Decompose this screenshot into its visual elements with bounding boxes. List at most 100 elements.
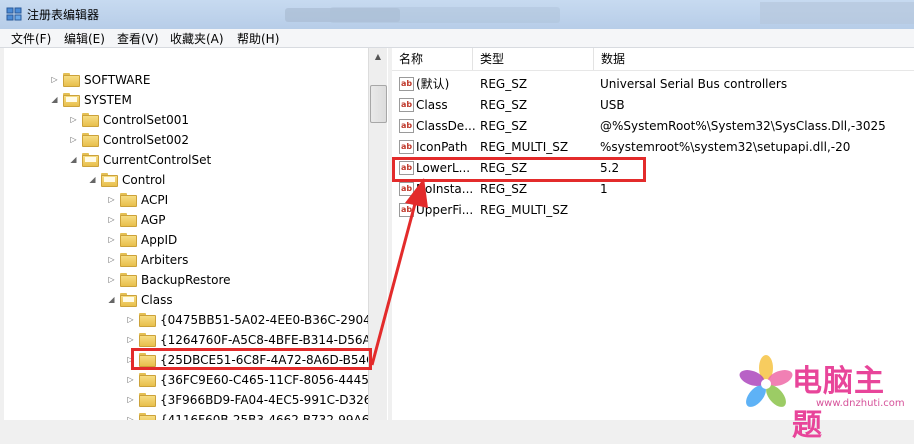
value-name: IconPath (416, 140, 468, 154)
tree-item[interactable]: ▷ {3F966BD9-FA04-4EC5-991C-D32696 (4, 390, 387, 410)
highlight-box-selected-key (131, 348, 372, 370)
menu-favorites[interactable]: 收藏夹(A) (170, 30, 224, 47)
collapse-arrow-icon[interactable]: ◢ (50, 90, 59, 110)
collapse-arrow-icon[interactable]: ◢ (69, 150, 78, 170)
tree-item-label: AppID (141, 233, 178, 247)
expand-arrow-icon[interactable]: ▷ (107, 250, 116, 270)
tree-item[interactable]: ◢ Control (4, 170, 368, 190)
tree-item-label: Arbiters (141, 253, 189, 267)
menu-edit[interactable]: 编辑(E) (64, 30, 105, 47)
folder-open-icon (82, 153, 99, 167)
expand-arrow-icon[interactable]: ▷ (107, 230, 116, 250)
window-controls-blurred (760, 2, 914, 24)
column-type[interactable]: 类型 (473, 48, 594, 70)
value-row[interactable]: ab NoInsta... REG_SZ 1 (392, 179, 914, 200)
tree-item-label: Control (122, 173, 166, 187)
value-data: 1 (600, 182, 608, 196)
tree-item[interactable]: ▷ AppID (4, 230, 368, 250)
expand-arrow-icon[interactable]: ▷ (126, 330, 135, 350)
folder-icon (139, 373, 156, 387)
folder-icon (139, 333, 156, 347)
folder-icon (120, 193, 137, 207)
menu-file[interactable]: 文件(F) (11, 30, 51, 47)
folder-open-icon (120, 293, 137, 307)
column-name[interactable]: 名称 (392, 48, 473, 70)
expand-arrow-icon[interactable]: ▷ (126, 310, 135, 330)
tree-item[interactable]: ◢ Class (4, 290, 368, 310)
menu-view[interactable]: 查看(V) (117, 30, 159, 47)
value-row[interactable]: ab ClassDe... REG_SZ @%SystemRoot%\System32… (392, 116, 914, 137)
tree-item-label: {36FC9E60-C465-11CF-8056-444553 (160, 373, 385, 387)
value-row[interactable]: ab IconPath REG_MULTI_SZ %systemroot%\syste… (392, 137, 914, 158)
column-data[interactable]: 数据 (594, 48, 914, 70)
menu-bar: 文件(F) 编辑(E) 查看(V) 收藏夹(A) 帮助(H) (0, 29, 914, 48)
tree-item[interactable]: ▷ ACPI (4, 190, 368, 210)
string-value-icon: ab (399, 98, 414, 112)
value-type: REG_MULTI_SZ (480, 203, 569, 217)
expand-arrow-icon[interactable]: ▷ (50, 70, 59, 90)
value-type: REG_SZ (480, 98, 528, 112)
value-type: REG_SZ (480, 77, 528, 91)
value-row[interactable]: ab UpperFi... REG_MULTI_SZ (392, 200, 914, 221)
tree-item-label: SOFTWARE (84, 73, 151, 87)
folder-icon (120, 233, 137, 247)
collapse-arrow-icon[interactable]: ◢ (107, 290, 116, 310)
folder-icon (120, 273, 137, 287)
menu-help[interactable]: 帮助(H) (237, 30, 279, 47)
string-value-icon: ab (399, 182, 414, 196)
folder-icon (82, 133, 99, 147)
value-name: NoInsta... (416, 182, 474, 196)
tree-item[interactable]: ▷ {36FC9E60-C465-11CF-8056-444553 (4, 370, 384, 390)
tree-item[interactable]: ▷ ControlSet001 (4, 110, 368, 130)
tree-item-label: ACPI (141, 193, 169, 207)
collapse-arrow-icon[interactable]: ◢ (88, 170, 97, 190)
value-name: UpperFi... (416, 203, 474, 217)
blurred-region (330, 7, 560, 23)
watermark-url: www.dnzhuti.com (816, 398, 905, 409)
string-value-icon: ab (399, 140, 414, 154)
string-value-icon: ab (399, 203, 414, 217)
tree-item[interactable]: ◢ SYSTEM (4, 90, 368, 110)
value-data: Universal Serial Bus controllers (600, 77, 788, 91)
list-header: 名称 类型 数据 (392, 48, 914, 71)
tree-item[interactable]: ▷ {0475BB51-5A02-4EE0-B36C-290409 (4, 310, 386, 330)
value-name: Class (416, 98, 448, 112)
tree-item[interactable]: ▷ Arbiters (4, 250, 368, 270)
value-name: ClassDe... (416, 119, 476, 133)
value-type: REG_SZ (480, 182, 528, 196)
value-row[interactable]: ab Class REG_SZ USB (392, 95, 914, 116)
expand-arrow-icon[interactable]: ▷ (107, 210, 116, 230)
tree-item-label: ControlSet001 (103, 113, 189, 127)
scroll-up-arrow-icon[interactable]: ▲ (369, 48, 387, 65)
value-data: USB (600, 98, 625, 112)
tree-item-label: AGP (141, 213, 166, 227)
expand-arrow-icon[interactable]: ▷ (126, 370, 135, 390)
tree-item-label: {4116F60B-25B3-4662-B732-99A613 (160, 413, 385, 420)
expand-arrow-icon[interactable]: ▷ (69, 130, 78, 150)
tree-item[interactable]: ▷ BackupRestore (4, 270, 368, 290)
expand-arrow-icon[interactable]: ▷ (107, 190, 116, 210)
tree-item[interactable]: ◢ CurrentControlSet (4, 150, 368, 170)
expand-arrow-icon[interactable]: ▷ (126, 390, 135, 410)
tree-item-label: Class (141, 293, 173, 307)
tree-item[interactable]: ▷ {1264760F-A5C8-4BFE-B314-D56A7B (4, 330, 387, 350)
highlight-box-lowerfilters (392, 157, 646, 182)
expand-arrow-icon[interactable]: ▷ (69, 110, 78, 130)
tree-item[interactable]: ▷ AGP (4, 210, 368, 230)
tree-item[interactable]: ▷ ControlSet002 (4, 130, 368, 150)
regedit-icon (6, 7, 22, 21)
folder-open-icon (101, 173, 118, 187)
value-row[interactable]: ab (默认) REG_SZ Universal Serial Bus control… (392, 74, 914, 95)
tree-item-label: BackupRestore (141, 273, 231, 287)
value-name: (默认) (416, 77, 450, 91)
scroll-thumb[interactable] (370, 85, 387, 123)
tree-item[interactable]: ▷ {4116F60B-25B3-4662-B732-99A613 (4, 410, 385, 420)
string-value-icon: ab (399, 77, 414, 91)
expand-arrow-icon[interactable]: ▷ (107, 270, 116, 290)
tree-item[interactable]: ▷ SOFTWARE (4, 70, 368, 90)
tree-item-label: CurrentControlSet (103, 153, 212, 167)
flower-logo-icon (739, 355, 793, 407)
expand-arrow-icon[interactable]: ▷ (126, 410, 135, 420)
folder-open-icon (63, 93, 80, 107)
folder-icon (139, 413, 156, 420)
